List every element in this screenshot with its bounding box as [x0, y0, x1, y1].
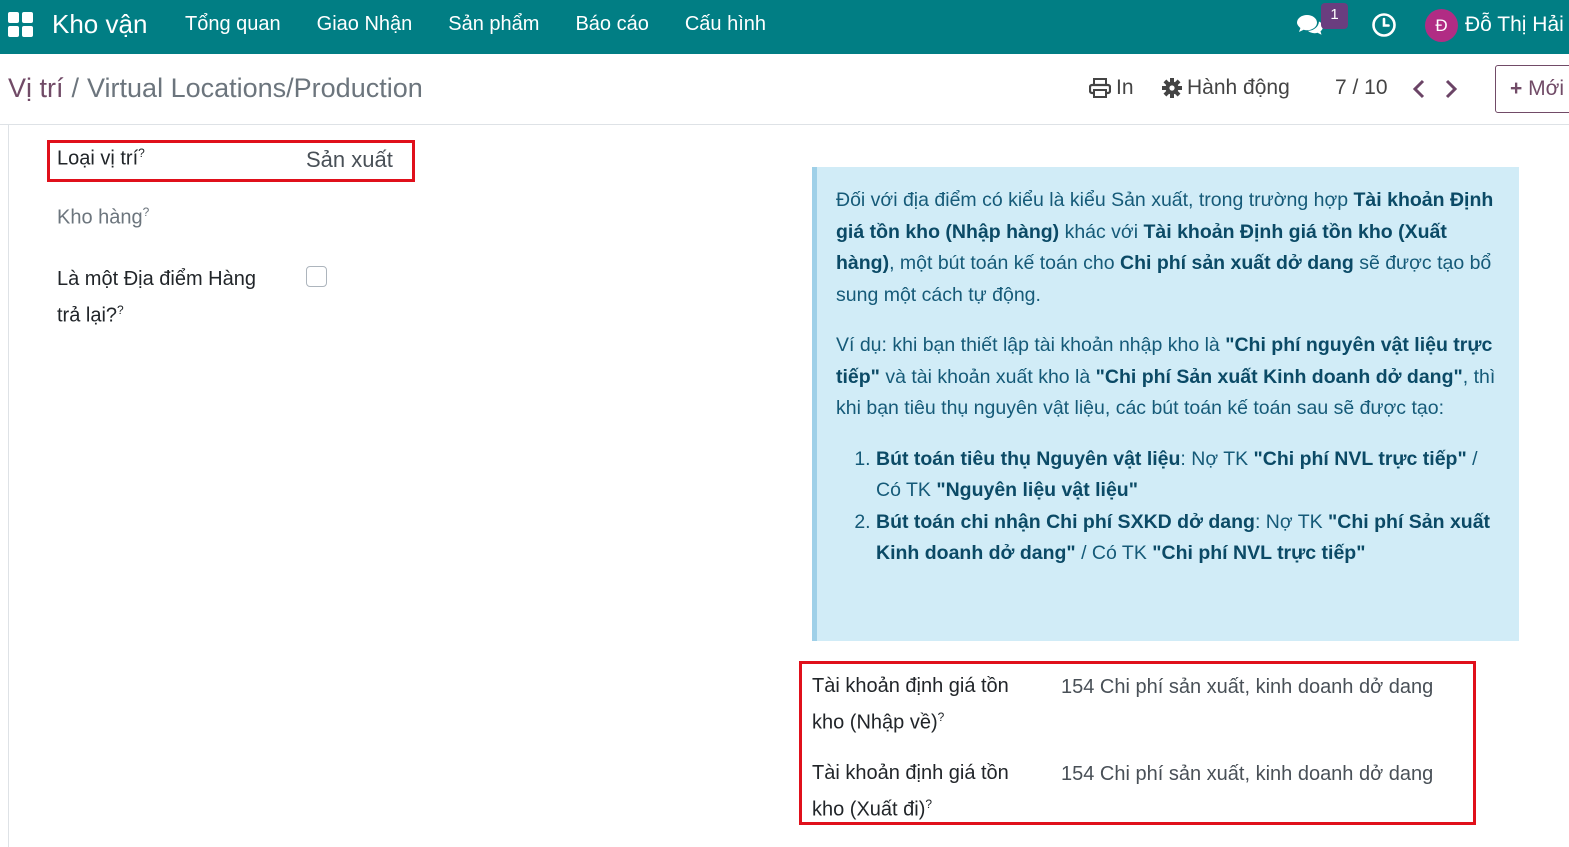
new-label: Mới — [1528, 77, 1565, 100]
alert-entry-list: Bút toán tiêu thụ Nguyên vật liệu: Nợ TK… — [836, 444, 1501, 570]
warehouse-label: Kho hàng? — [57, 205, 150, 229]
plus-icon: + — [1510, 77, 1523, 100]
menu-item-reports[interactable]: Báo cáo — [575, 13, 648, 36]
apps-grid-icon[interactable] — [8, 12, 34, 38]
main-menu: Tổng quan Giao Nhận Sản phẩm Báo cáo Cấu… — [185, 13, 802, 36]
stock-valuation-out-value[interactable]: 154 Chi phí sản xuất, kinh doanh dở dang — [1061, 763, 1433, 786]
sheet-left-border — [8, 125, 9, 847]
location-type-label: Loại vị trí? — [57, 146, 145, 170]
alert-paragraph-2: Ví dụ: khi bạn thiết lập tài khoản nhập … — [836, 334, 1496, 419]
chat-counter-badge: 1 — [1321, 3, 1348, 29]
list-item: Bút toán chi nhận Chi phí SXKD dở dang: … — [876, 507, 1501, 570]
help-tooltip-icon[interactable]: ? — [138, 146, 145, 160]
control-panel: Vị trí / Virtual Locations/Production In H… — [0, 54, 1569, 125]
stock-valuation-out-label: Tài khoản định giá tồn kho (Xuất đi)? — [812, 762, 1009, 821]
action-label: Hành động — [1187, 76, 1290, 99]
return-location-label: Là một Địa điểm Hàng trả lại?? — [57, 268, 256, 327]
print-button[interactable]: In — [1089, 76, 1134, 100]
stock-valuation-in-label: Tài khoản định giá tồn kho (Nhập về)? — [812, 675, 1009, 734]
pager-value[interactable]: 7 / 10 — [1335, 76, 1388, 100]
location-type-value[interactable]: Sản xuất — [306, 147, 393, 173]
gear-icon — [1162, 78, 1182, 98]
menu-item-transfers[interactable]: Giao Nhận — [317, 13, 413, 36]
stock-valuation-in-value[interactable]: 154 Chi phí sản xuất, kinh doanh dở dang — [1061, 676, 1433, 699]
return-location-checkbox[interactable] — [306, 266, 327, 287]
top-navbar: Kho vận Tổng quan Giao Nhận Sản phẩm Báo… — [0, 0, 1569, 54]
action-button[interactable]: Hành động — [1162, 76, 1290, 100]
breadcrumb: Vị trí / Virtual Locations/Production — [8, 73, 423, 104]
info-alert: Đối với địa điểm có kiểu là kiểu Sản xuấ… — [812, 167, 1519, 641]
help-tooltip-icon[interactable]: ? — [925, 797, 932, 811]
printer-icon — [1089, 78, 1111, 98]
help-tooltip-icon[interactable]: ? — [938, 710, 945, 724]
user-avatar[interactable]: Đ — [1425, 9, 1458, 42]
alert-paragraph-1: Đối với địa điểm có kiểu là kiểu Sản xuấ… — [836, 189, 1494, 306]
breadcrumb-separator: / — [71, 73, 80, 103]
breadcrumb-current: Virtual Locations/Production — [87, 73, 423, 103]
user-name[interactable]: Đỗ Thị Hải — [1465, 13, 1564, 37]
activity-clock-icon[interactable] — [1371, 12, 1397, 38]
chevron-left-icon[interactable] — [1410, 78, 1428, 100]
new-record-button[interactable]: + Mới — [1495, 65, 1569, 113]
chevron-right-icon[interactable] — [1442, 78, 1460, 100]
chat-icon[interactable] — [1296, 12, 1324, 38]
app-brand[interactable]: Kho vận — [52, 9, 147, 40]
list-item: Bút toán tiêu thụ Nguyên vật liệu: Nợ TK… — [876, 444, 1501, 507]
menu-item-configuration[interactable]: Cấu hình — [685, 13, 766, 36]
help-tooltip-icon[interactable]: ? — [143, 205, 150, 219]
menu-item-overview[interactable]: Tổng quan — [185, 13, 281, 36]
menu-item-products[interactable]: Sản phẩm — [448, 13, 539, 36]
help-tooltip-icon[interactable]: ? — [117, 303, 124, 317]
breadcrumb-parent-link[interactable]: Vị trí — [8, 73, 64, 103]
print-label: In — [1116, 76, 1134, 99]
